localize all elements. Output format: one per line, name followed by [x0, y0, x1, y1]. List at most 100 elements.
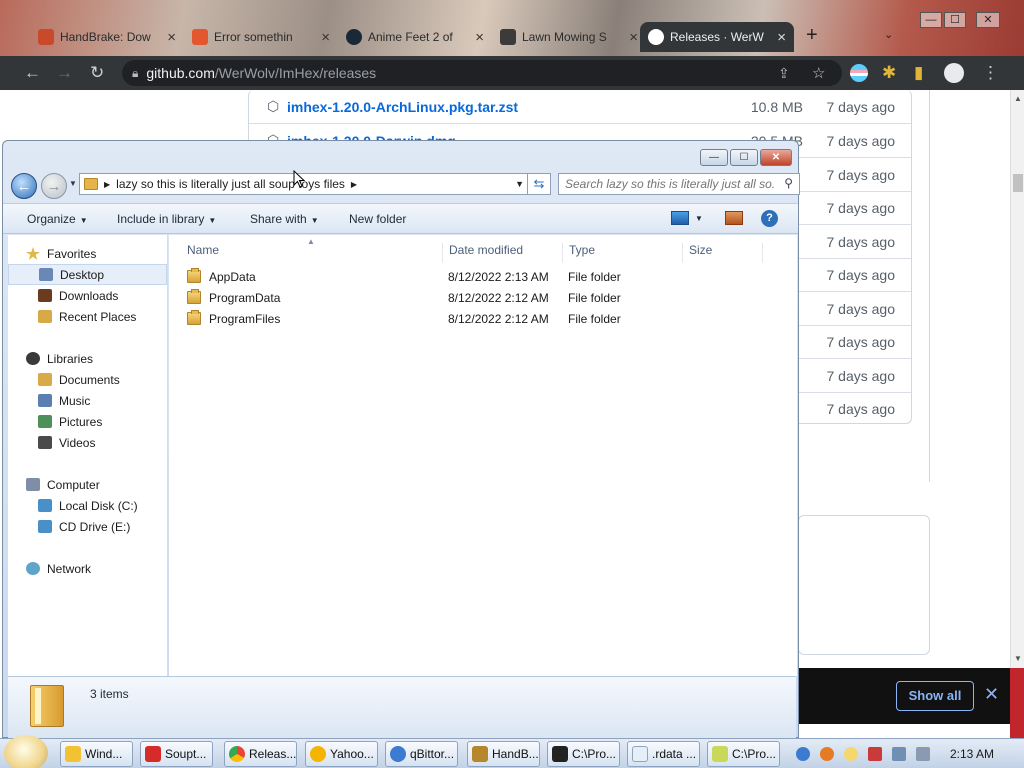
chrome-maximize-button[interactable]: ☐	[944, 12, 966, 28]
explorer-address-bar[interactable]: ▶ lazy so this is literally just all sou…	[79, 173, 531, 195]
address-history-dropdown-icon[interactable]: ▼	[515, 179, 524, 189]
forward-arrow-icon[interactable]: →	[56, 63, 73, 83]
tray-action-center-icon[interactable]	[868, 747, 882, 761]
tray-smiley-icon[interactable]	[844, 747, 858, 761]
file-row[interactable]: ProgramData 8/12/2022 2:12 AM File folde…	[179, 288, 779, 309]
nav-network[interactable]: Network	[8, 558, 167, 579]
tab-close-icon[interactable]: ×	[321, 29, 330, 46]
address-bar[interactable]: 🔒︎ github.com/WerWolv/ImHex/releases ⇪ ☆	[122, 60, 842, 86]
search-input[interactable]	[565, 176, 775, 192]
tray-volume-icon[interactable]	[916, 747, 930, 761]
share-with-button[interactable]: Share with ▼	[250, 212, 319, 226]
column-header-date-modified[interactable]: Date modified	[443, 243, 563, 263]
file-row[interactable]: AppData 8/12/2022 2:13 AM File folder	[179, 267, 779, 288]
nav-documents[interactable]: Documents	[8, 369, 167, 390]
taskbar-button-qbittorrent[interactable]: qBittor...	[385, 741, 458, 767]
nav-computer[interactable]: Computer	[8, 474, 167, 495]
tab-close-icon[interactable]: ×	[777, 29, 786, 46]
pictures-icon	[38, 415, 52, 428]
reload-icon[interactable]: ↻	[90, 63, 104, 83]
forward-button-icon[interactable]: →	[41, 173, 67, 199]
taskbar-button-label: Soupt...	[165, 747, 207, 761]
new-tab-button[interactable]: +	[806, 24, 818, 47]
taskbar-button-label: qBittor...	[410, 747, 455, 761]
tab-lawn-mowing[interactable]: Lawn Mowing S ×	[492, 22, 646, 52]
help-icon[interactable]: ?	[761, 210, 778, 227]
taskbar-button-rdata[interactable]: .rdata ...	[627, 741, 700, 767]
taskbar-clock[interactable]: 2:13 AM	[950, 747, 994, 761]
nav-local-disk[interactable]: Local Disk (C:)	[8, 495, 167, 516]
taskbar-button-explorer[interactable]: Wind...	[60, 741, 133, 767]
account-avatar-icon[interactable]	[944, 63, 964, 83]
tab-releases[interactable]: Releases · WerW ×	[640, 22, 794, 52]
tray-network-icon[interactable]	[892, 747, 906, 761]
nav-cd-drive[interactable]: CD Drive (E:)	[8, 516, 167, 537]
extensions-puzzle-icon[interactable]: ✱	[882, 63, 896, 83]
profile-flag-icon[interactable]	[850, 64, 868, 82]
organize-button[interactable]: Organize ▼	[27, 212, 88, 226]
column-header-name[interactable]: Name	[181, 243, 443, 263]
nav-downloads[interactable]: Downloads	[8, 285, 167, 306]
nav-libraries[interactable]: Libraries	[8, 348, 167, 369]
side-panel-icon[interactable]: ▮	[914, 63, 923, 83]
explorer-nav-bar: ← → ▼ ▶ lazy so this is literally just a…	[11, 171, 800, 199]
column-header-size[interactable]: Size	[683, 243, 763, 263]
show-all-downloads-button[interactable]: Show all	[896, 681, 974, 711]
explorer-search-box[interactable]: ⚲	[558, 173, 800, 195]
taskbar-button-chrome[interactable]: Releas...	[224, 741, 297, 767]
nav-label: Network	[47, 561, 92, 576]
chrome-minimize-button[interactable]: —	[920, 12, 942, 28]
tab-close-icon[interactable]: ×	[475, 29, 484, 46]
page-scrollbar[interactable]: ▲ ▼	[1010, 90, 1024, 670]
scroll-down-icon[interactable]: ▼	[1014, 654, 1022, 663]
breadcrumb-current-folder[interactable]: lazy so this is literally just all soup …	[116, 177, 345, 191]
explorer-maximize-button[interactable]: ☐	[730, 149, 758, 166]
start-button-icon[interactable]	[4, 735, 48, 768]
taskbar-button-7zip[interactable]: C:\Pro...	[547, 741, 620, 767]
view-options-chevron-icon[interactable]: ▼	[695, 214, 703, 223]
tab-error[interactable]: Error somethin ×	[184, 22, 338, 52]
breadcrumb-separator-icon[interactable]: ▶	[104, 180, 110, 189]
nav-recent-places[interactable]: Recent Places	[8, 306, 167, 327]
tab-close-icon[interactable]: ×	[167, 29, 176, 46]
search-icon[interactable]: ⚲	[784, 176, 793, 190]
refresh-icon[interactable]: ⇆	[527, 173, 551, 195]
back-arrow-icon[interactable]: ←	[24, 63, 41, 83]
taskbar-button-notepad[interactable]: C:\Pro...	[707, 741, 780, 767]
explorer-minimize-button[interactable]: —	[700, 149, 728, 166]
nav-music[interactable]: Music	[8, 390, 167, 411]
scroll-up-icon[interactable]: ▲	[1014, 94, 1022, 103]
bookmark-star-icon[interactable]: ☆	[812, 64, 825, 82]
tab-close-icon[interactable]: ×	[629, 29, 638, 46]
nav-pictures[interactable]: Pictures	[8, 411, 167, 432]
file-row[interactable]: ProgramFiles 8/12/2022 2:12 AM File fold…	[179, 309, 779, 330]
tab-handbrake[interactable]: HandBrake: Dow ×	[30, 22, 184, 52]
new-folder-button[interactable]: New folder	[349, 212, 406, 226]
nav-desktop[interactable]: Desktop	[8, 264, 167, 285]
taskbar-button-handbrake[interactable]: HandB...	[467, 741, 540, 767]
recent-pages-chevron-icon[interactable]: ▼	[69, 179, 77, 188]
nav-videos[interactable]: Videos	[8, 432, 167, 453]
tab-steam[interactable]: Anime Feet 2 of ×	[338, 22, 492, 52]
nav-favorites[interactable]: Favorites	[8, 243, 167, 264]
breadcrumb-separator-icon[interactable]: ▶	[351, 180, 357, 189]
chrome-close-button[interactable]: ✕	[976, 12, 1000, 28]
release-box-edge	[798, 90, 930, 482]
explorer-close-button[interactable]: ✕	[760, 149, 792, 166]
include-in-library-button[interactable]: Include in library ▼	[117, 212, 216, 226]
taskbar-button-yahoo[interactable]: Yahoo...	[305, 741, 378, 767]
tray-search-icon[interactable]	[820, 747, 834, 761]
share-icon[interactable]: ⇪	[778, 65, 790, 82]
taskbar-button-label: HandB...	[492, 747, 539, 761]
taskbar-button-souptoys[interactable]: Soupt...	[140, 741, 213, 767]
tab-search-icon[interactable]: ⌄	[884, 28, 893, 41]
change-view-icon[interactable]	[671, 211, 689, 225]
preview-pane-icon[interactable]	[725, 211, 743, 225]
chrome-menu-icon[interactable]: ⋮	[982, 63, 999, 83]
asset-name[interactable]: imhex-1.20.0-ArchLinux.pkg.tar.zst	[287, 99, 518, 115]
column-header-type[interactable]: Type	[563, 243, 683, 263]
download-bar-close-icon[interactable]: ✕	[984, 684, 999, 705]
scroll-thumb[interactable]	[1013, 174, 1023, 192]
back-button-icon[interactable]: ←	[11, 173, 37, 199]
tray-qbittorrent-icon[interactable]	[796, 747, 810, 761]
